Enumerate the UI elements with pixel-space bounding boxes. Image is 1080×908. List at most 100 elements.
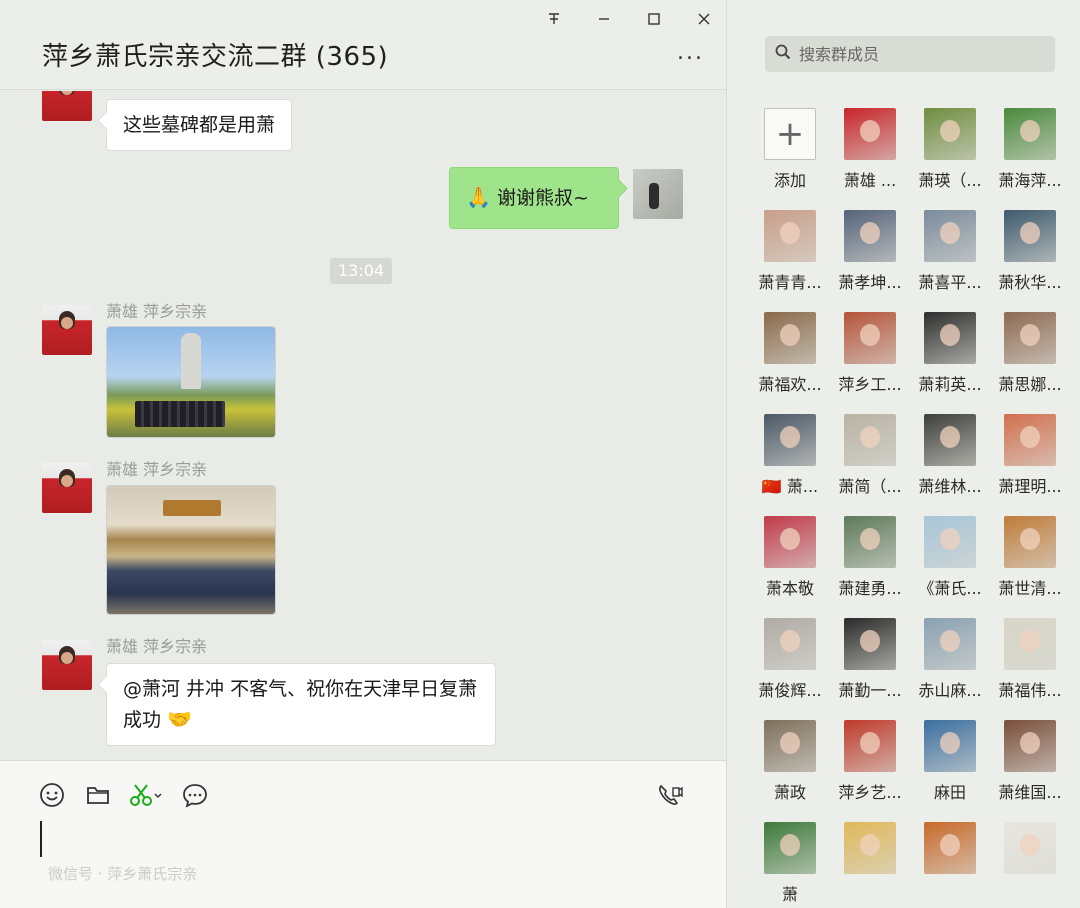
member-item[interactable]: 萧本敬 <box>751 512 829 598</box>
folder-icon[interactable] <box>84 781 112 809</box>
member-item[interactable]: 萧莉英... <box>911 308 989 394</box>
member-item[interactable]: 麻田 <box>911 716 989 802</box>
sender-avatar[interactable] <box>42 640 92 690</box>
avatar-figure <box>1020 834 1040 856</box>
member-item[interactable]: 萧思娜... <box>991 308 1069 394</box>
avatar-figure <box>1020 732 1040 754</box>
member-name: 萧雄 ... <box>843 171 897 190</box>
sender-avatar[interactable] <box>42 91 92 121</box>
member-name: 萧福欢... <box>758 375 822 394</box>
member-item[interactable]: 萧海萍... <box>991 104 1069 190</box>
avatar-figure <box>860 834 880 856</box>
member-search-input[interactable] <box>799 44 1039 64</box>
emoji-icon[interactable] <box>38 781 66 809</box>
plus-icon: + <box>764 108 816 160</box>
message-bubble[interactable]: @萧河 井冲 不客气、祝你在天津早日复萧成功 🤝 <box>106 663 496 746</box>
member-name: 萧建勇... <box>838 579 902 598</box>
member-avatar <box>844 516 896 568</box>
member-avatar <box>764 822 816 874</box>
member-item[interactable]: 赤山麻... <box>911 614 989 700</box>
pin-icon[interactable] <box>546 10 562 28</box>
member-name: 萧思娜... <box>998 375 1062 394</box>
member-item[interactable]: 《萧氏... <box>911 512 989 598</box>
member-item[interactable]: 萍乡艺... <box>831 716 909 802</box>
message-list[interactable]: 这些墓碑都是用萧 🙏 谢谢熊叔~ 13:04 萧雄 萍乡宗亲 萧雄 萍乡宗亲 萧… <box>0 91 726 759</box>
member-item[interactable]: 萧俊辉... <box>751 614 829 700</box>
member-avatar <box>844 414 896 466</box>
avatar-figure <box>940 120 960 142</box>
member-item[interactable] <box>991 818 1069 904</box>
maximize-icon[interactable] <box>646 10 662 28</box>
more-options-button[interactable]: ... <box>677 42 704 64</box>
member-item[interactable]: 萧建勇... <box>831 512 909 598</box>
avatar-figure <box>780 222 800 244</box>
member-item[interactable] <box>911 818 989 904</box>
video-call-icon[interactable] <box>656 781 684 809</box>
shared-photo-hall[interactable] <box>106 485 276 615</box>
member-item[interactable]: 萧青青... <box>751 206 829 292</box>
member-avatar <box>924 108 976 160</box>
avatar-figure <box>940 426 960 448</box>
member-search-box[interactable] <box>765 36 1055 72</box>
scissors-icon[interactable] <box>128 781 164 809</box>
avatar-figure <box>1020 222 1040 244</box>
member-item[interactable]: 萧瑛（... <box>911 104 989 190</box>
timestamp-divider: 13:04 <box>330 258 392 284</box>
own-avatar[interactable] <box>633 169 683 219</box>
sender-avatar[interactable] <box>42 305 92 355</box>
member-item[interactable]: 萧孝坤... <box>831 206 909 292</box>
text-input-caret[interactable] <box>40 821 42 857</box>
member-item[interactable]: 萧维林... <box>911 410 989 496</box>
member-item[interactable]: 萧简（... <box>831 410 909 496</box>
member-item[interactable]: 萧政 <box>751 716 829 802</box>
avatar-figure <box>940 732 960 754</box>
member-avatar <box>924 312 976 364</box>
member-item[interactable]: 萧勤一... <box>831 614 909 700</box>
member-avatar <box>844 618 896 670</box>
avatar-figure <box>780 528 800 550</box>
avatar-figure <box>860 528 880 550</box>
add-member-button[interactable]: + 添加 <box>751 104 829 190</box>
member-item[interactable]: 萧喜平... <box>911 206 989 292</box>
sender-avatar[interactable] <box>42 463 92 513</box>
member-name: 萧政 <box>773 783 806 802</box>
member-name: 萧本敬 <box>765 579 814 598</box>
message-bubble[interactable]: 这些墓碑都是用萧 <box>106 99 293 151</box>
member-name: 萧莉英... <box>918 375 982 394</box>
chat-pane: 萍乡萧氏宗亲交流二群 (365) ... 这些墓碑都是用萧 🙏 谢谢熊叔~ 13… <box>0 0 726 908</box>
minimize-icon[interactable] <box>596 10 612 28</box>
shared-photo-statue[interactable] <box>106 326 276 438</box>
message-composer: 微信号 · 萍乡萧氏宗亲 <box>0 760 726 908</box>
member-avatar <box>1004 516 1056 568</box>
member-avatar <box>1004 312 1056 364</box>
praying-hands-emoji: 🙏 <box>466 185 491 209</box>
member-item[interactable]: 萧世清... <box>991 512 1069 598</box>
member-avatar <box>844 822 896 874</box>
member-avatar <box>764 414 816 466</box>
member-item[interactable] <box>831 818 909 904</box>
member-item[interactable]: 萧雄 ... <box>831 104 909 190</box>
chat-title: 萍乡萧氏宗亲交流二群 (365) <box>42 42 389 72</box>
avatar-figure <box>940 630 960 652</box>
member-item[interactable]: 萧福欢... <box>751 308 829 394</box>
avatar-figure <box>1020 528 1040 550</box>
member-name: 萧世清... <box>998 579 1062 598</box>
member-item[interactable]: 🇨🇳 萧... <box>751 410 829 496</box>
member-item[interactable]: 萧理明... <box>991 410 1069 496</box>
member-item[interactable]: 萧 <box>751 818 829 904</box>
close-icon[interactable] <box>696 10 712 28</box>
member-avatar <box>1004 720 1056 772</box>
own-message-bubble[interactable]: 🙏 谢谢熊叔~ <box>449 167 619 229</box>
member-item[interactable]: 萍乡工... <box>831 308 909 394</box>
member-item[interactable]: 萧维国... <box>991 716 1069 802</box>
member-item[interactable]: 萧秋华... <box>991 206 1069 292</box>
avatar-figure <box>1020 324 1040 346</box>
member-name: 添加 <box>773 171 806 190</box>
chat-header: 萍乡萧氏宗亲交流二群 (365) ... <box>0 0 726 90</box>
member-avatar <box>1004 210 1056 262</box>
chat-bubble-icon[interactable] <box>181 781 209 809</box>
message-text: 谢谢熊叔~ <box>496 187 589 209</box>
avatar-figure <box>780 834 800 856</box>
member-item[interactable]: 萧福伟... <box>991 614 1069 700</box>
member-name: 萧理明... <box>998 477 1062 496</box>
